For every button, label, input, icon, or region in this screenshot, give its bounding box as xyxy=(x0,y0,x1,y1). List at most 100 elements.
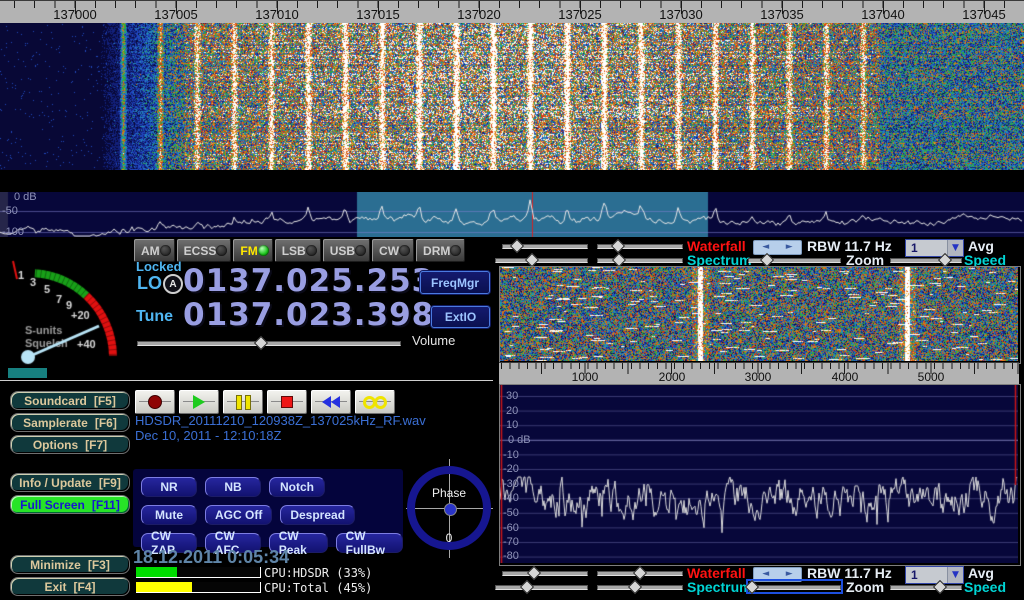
freq-tick-label: 4000 xyxy=(832,370,859,384)
cw-fullbw-button[interactable]: CW FullBw xyxy=(336,533,403,553)
slider-thumb[interactable] xyxy=(760,253,774,267)
spectrum-gain-slider-2[interactable] xyxy=(495,581,588,592)
tune-frequency-display[interactable]: 0137.023.398 xyxy=(183,300,434,331)
contrast-slider-2[interactable] xyxy=(502,567,588,578)
freq-tick-label: 137025 xyxy=(558,7,601,22)
freq-tick-label: 137040 xyxy=(861,7,904,22)
nb-button[interactable]: NB xyxy=(205,477,261,497)
freqmgr-button[interactable]: FreqMgr xyxy=(420,271,490,294)
lo-frequency-display[interactable]: 0137.025.253 xyxy=(183,266,434,297)
mode-button-fm[interactable]: FM xyxy=(233,239,272,262)
play-button[interactable] xyxy=(179,390,219,414)
audio-spectrum-display[interactable] xyxy=(500,385,1018,563)
stop-button[interactable] xyxy=(267,390,307,414)
rewind-button[interactable] xyxy=(311,390,351,414)
main-waterfall-display[interactable] xyxy=(0,0,1024,170)
slider-thumb[interactable] xyxy=(633,566,647,580)
local-datetime: 18.12.2011 0:05:34 xyxy=(133,547,289,568)
loop-button[interactable] xyxy=(355,390,395,414)
soundcard-button[interactable]: Soundcard[F5] xyxy=(10,391,130,410)
mode-led-active xyxy=(258,245,269,256)
agc-off-button[interactable]: AGC Off xyxy=(205,505,272,525)
spectrum-gain-slider[interactable] xyxy=(495,254,588,265)
volume-slider-thumb[interactable] xyxy=(254,336,268,350)
spin-left-icon[interactable]: ◄ xyxy=(762,243,769,252)
phase-label: Phase xyxy=(432,486,466,500)
options-button[interactable]: Options[F7] xyxy=(10,435,130,454)
playback-controls xyxy=(135,390,395,414)
mode-button-ecss[interactable]: ECSS xyxy=(177,239,232,262)
speed-slider-2[interactable] xyxy=(890,581,962,592)
pause-button[interactable] xyxy=(223,390,263,414)
spin-right-icon[interactable]: ► xyxy=(786,243,793,252)
spectrum-offset-slider[interactable] xyxy=(597,254,683,265)
db-label: -30 xyxy=(503,478,519,490)
exit-button[interactable]: Exit[F4] xyxy=(10,577,130,596)
zoom-slider[interactable] xyxy=(748,254,841,265)
mute-button[interactable]: Mute xyxy=(141,505,197,525)
spin-left-icon[interactable]: ◄ xyxy=(762,570,769,579)
freq-tick-label: 5000 xyxy=(918,370,945,384)
cpu-total-bar xyxy=(136,582,261,593)
audio-waterfall-display[interactable] xyxy=(500,267,1018,361)
slider-thumb[interactable] xyxy=(611,239,625,253)
record-icon xyxy=(148,395,162,409)
slider-thumb[interactable] xyxy=(527,566,541,580)
slider-thumb[interactable] xyxy=(612,253,626,267)
db-label: -20 xyxy=(503,463,519,475)
minimize-button[interactable]: Minimize[F3] xyxy=(10,555,130,574)
cpu-hdsdr-label: CPU:HDSDR (33%) xyxy=(264,566,372,580)
db-label: -40 xyxy=(503,492,519,504)
brightness-slider-2[interactable] xyxy=(597,567,683,578)
rbw-spinner[interactable]: ◄ ► xyxy=(753,240,802,255)
audio-spectrum-frame xyxy=(499,384,1021,566)
locked-label: Locked xyxy=(136,259,182,274)
squelch-indicator[interactable] xyxy=(8,368,47,378)
mode-led xyxy=(160,245,171,256)
rbw-spinner-2[interactable]: ◄ ► xyxy=(753,567,802,582)
slider-thumb[interactable] xyxy=(628,580,642,594)
main-spectrum-display[interactable] xyxy=(0,192,1024,237)
db-label: -70 xyxy=(503,536,519,548)
notch-button[interactable]: Notch xyxy=(269,477,325,497)
brightness-slider[interactable] xyxy=(597,240,683,251)
spin-right-icon[interactable]: ► xyxy=(786,570,793,579)
mode-button-usb[interactable]: USB xyxy=(323,239,370,262)
despread-button[interactable]: Despread xyxy=(280,505,355,525)
mode-button-row: AM ECSS FM LSB USB CW DRM xyxy=(134,239,464,262)
slider-thumb[interactable] xyxy=(933,580,947,594)
slider-thumb[interactable] xyxy=(525,253,539,267)
recording-timestamp: Dec 10, 2011 - 12:10:18Z xyxy=(135,428,281,443)
fullscreen-button[interactable]: Full Screen[F11] xyxy=(10,495,130,514)
lo-auto-badge[interactable]: A xyxy=(163,274,183,294)
volume-slider[interactable] xyxy=(137,337,401,348)
db-label: 0 dB xyxy=(14,191,37,203)
s-meter xyxy=(3,239,131,381)
db-label: 20 xyxy=(506,405,518,417)
mode-button-drm[interactable]: DRM xyxy=(416,239,465,262)
db-label: -60 xyxy=(503,522,519,534)
mode-led xyxy=(450,245,461,256)
slider-thumb[interactable] xyxy=(510,239,524,253)
zoom-slider-2[interactable] xyxy=(748,581,841,592)
pause-icon xyxy=(236,395,251,410)
mode-button-cw[interactable]: CW xyxy=(372,239,414,262)
spectrum-offset-slider-2[interactable] xyxy=(597,581,683,592)
slider-thumb[interactable] xyxy=(938,253,952,267)
freq-tick-label: 137010 xyxy=(255,7,298,22)
extio-button[interactable]: ExtIO xyxy=(431,306,490,328)
spectrum-label-2[interactable]: Spectrum xyxy=(687,581,752,594)
speed-slider[interactable] xyxy=(890,254,962,265)
slider-thumb[interactable] xyxy=(520,580,534,594)
nr-button[interactable]: NR xyxy=(141,477,197,497)
info-update-button[interactable]: Info / Update[F9] xyxy=(10,473,130,492)
phase-dot xyxy=(444,503,457,516)
mode-button-lsb[interactable]: LSB xyxy=(275,239,321,262)
contrast-slider[interactable] xyxy=(502,240,588,251)
samplerate-button[interactable]: Samplerate[F6] xyxy=(10,413,130,432)
db-label: 10 xyxy=(506,419,518,431)
freq-tick-label: 137015 xyxy=(356,7,399,22)
audio-frequency-scale[interactable]: 1000 2000 3000 4000 5000 xyxy=(499,362,1019,385)
main-frequency-scale[interactable]: 137000 137005 137010 137015 137020 13702… xyxy=(0,0,1024,23)
record-button[interactable] xyxy=(135,390,175,414)
